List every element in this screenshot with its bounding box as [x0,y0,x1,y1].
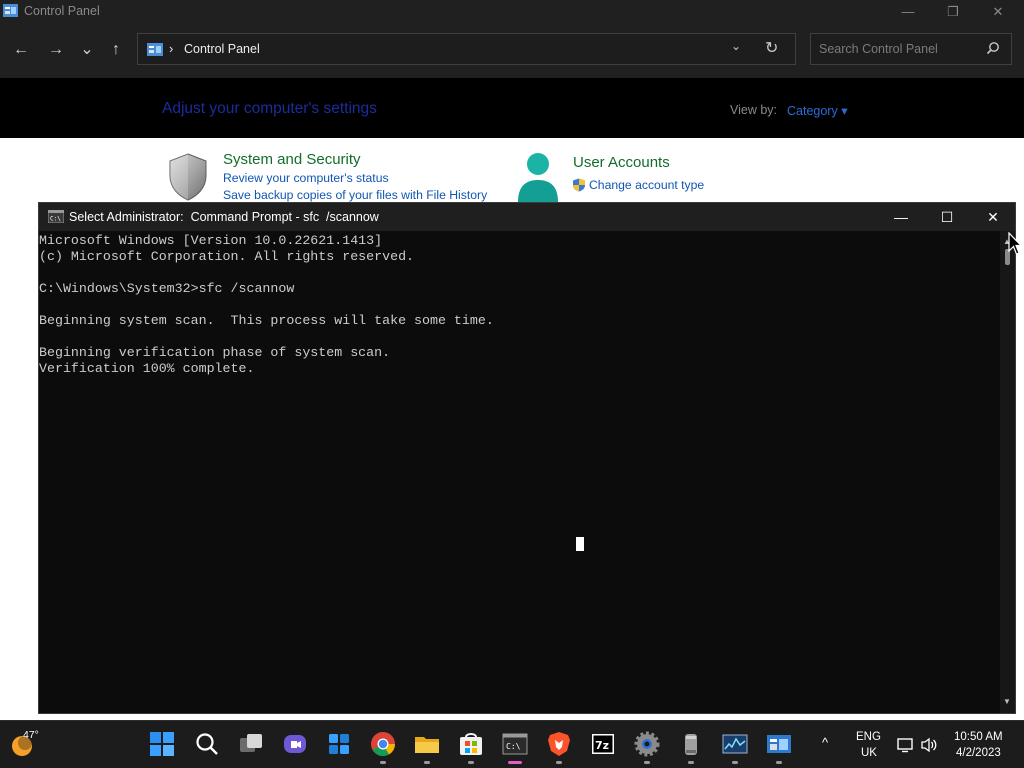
microsoft-store-icon[interactable] [458,731,484,757]
teams-chat-icon[interactable] [282,731,308,757]
breadcrumb-control-panel[interactable]: Control Panel [184,42,260,56]
vertical-scrollbar[interactable]: ▲ ▼ [1000,231,1015,713]
7zip-icon[interactable]: 7z [590,731,616,757]
close-button[interactable]: ✕ [978,2,1018,22]
console-line: Beginning system scan. This process will… [39,313,494,328]
user-icon[interactable] [516,152,560,202]
system-and-security-link[interactable]: System and Security [223,151,361,168]
control-panel-icon [147,43,163,56]
taskbar-search-icon[interactable] [194,731,220,757]
console-line: (c) Microsoft Corporation. All rights re… [39,249,415,264]
address-dropdown-button[interactable]: ⌄ [731,39,741,53]
text-cursor [576,537,584,551]
running-indicator [776,761,782,764]
recent-locations-button[interactable]: ⌄ [76,39,98,61]
running-indicator [644,761,650,764]
svg-text:C:\: C:\ [50,216,61,223]
view-by-dropdown[interactable]: Category ▾ [787,103,847,118]
control-panel-taskbar-icon[interactable] [766,731,792,757]
task-view-icon[interactable] [238,731,264,757]
cmd-maximize-button[interactable]: ☐ [924,203,970,231]
command-prompt-icon: C:\ [48,210,64,223]
volume-icon[interactable] [920,737,938,753]
breadcrumb-chevron-icon[interactable]: › [169,41,173,56]
file-history-link[interactable]: Save backup copies of your files with Fi… [223,188,487,202]
resource-monitor-icon[interactable] [722,731,748,757]
search-icon[interactable] [986,41,1000,55]
show-hidden-icons-button[interactable]: ^ [822,735,828,750]
brave-icon[interactable] [546,731,572,757]
content-header: Adjust your computer's settings View by:… [0,78,1024,138]
command-prompt-taskbar-icon[interactable]: C:\ [502,731,528,757]
running-indicator [688,761,694,764]
command-prompt-titlebar[interactable]: C:\ Select Administrator: Command Prompt… [39,203,1015,231]
network-icon[interactable] [897,737,915,753]
running-indicator [556,761,562,764]
change-account-type-link[interactable]: Change account type [589,178,704,192]
forward-button[interactable]: → [45,39,67,61]
user-accounts-link[interactable]: User Accounts [573,154,670,171]
running-indicator [424,761,430,764]
running-indicator [380,761,386,764]
input-language[interactable]: ENG [856,731,881,743]
scroll-down-arrow-icon[interactable]: ▼ [1003,697,1011,706]
uac-shield-icon [573,178,585,192]
clock-time[interactable]: 10:50 AM [954,731,1003,743]
window-title: Control Panel [24,4,100,18]
shield-icon[interactable] [166,152,210,202]
console-line: Verification 100% complete. [39,361,255,376]
search-box[interactable]: Search Control Panel [810,33,1012,65]
widgets-icon[interactable] [326,731,352,757]
command-prompt-window: C:\ Select Administrator: Command Prompt… [38,202,1016,714]
running-indicator [468,761,474,764]
svg-text:C:\: C:\ [506,742,521,751]
page-title: Adjust your computer's settings [162,100,377,117]
console-line: Microsoft Windows [Version 10.0.22621.14… [39,233,383,248]
view-by-label: View by: [730,103,778,117]
mouse-pointer-icon [1008,232,1022,255]
input-language-region[interactable]: UK [861,747,877,759]
control-panel-titlebar: Control Panel — ❐ ✕ [0,0,1024,24]
command-prompt-title: Select Administrator: Command Prompt - s… [69,210,379,224]
up-button[interactable]: ↑ [105,39,127,61]
search-placeholder[interactable]: Search Control Panel [819,42,938,56]
taskbar: 47° C:\ 7z ^ ENG UK 10:50 AM 4/2/2023 [0,720,1024,768]
console-output[interactable]: Microsoft Windows [Version 10.0.22621.14… [39,231,1000,713]
back-button[interactable]: ← [10,39,32,61]
control-panel-icon [3,4,18,17]
disk-cleanup-icon[interactable] [678,731,704,757]
clock-date[interactable]: 4/2/2023 [956,747,1001,759]
start-icon[interactable] [149,731,175,757]
chrome-icon[interactable] [370,731,396,757]
restore-button[interactable]: ❐ [933,2,973,22]
cmd-minimize-button[interactable]: — [878,203,924,231]
review-status-link[interactable]: Review your computer's status [223,171,389,185]
refresh-button[interactable]: ↻ [765,38,778,58]
minimize-button[interactable]: — [888,2,928,22]
settings-gear-icon[interactable] [634,731,660,757]
cmd-close-button[interactable]: ✕ [970,203,1016,231]
file-explorer-icon[interactable] [414,731,440,757]
svg-text:7z: 7z [595,739,609,752]
active-app-indicator [508,761,522,764]
console-line: C:\Windows\System32>sfc /scannow [39,281,295,296]
running-indicator [732,761,738,764]
address-bar[interactable]: › Control Panel ⌄ ↻ [137,33,796,65]
console-line: Beginning verification phase of system s… [39,345,391,360]
weather-temperature[interactable]: 47° [23,729,39,741]
navigation-bar: ← → ⌄ ↑ › Control Panel ⌄ ↻ Search Contr… [0,24,1024,78]
